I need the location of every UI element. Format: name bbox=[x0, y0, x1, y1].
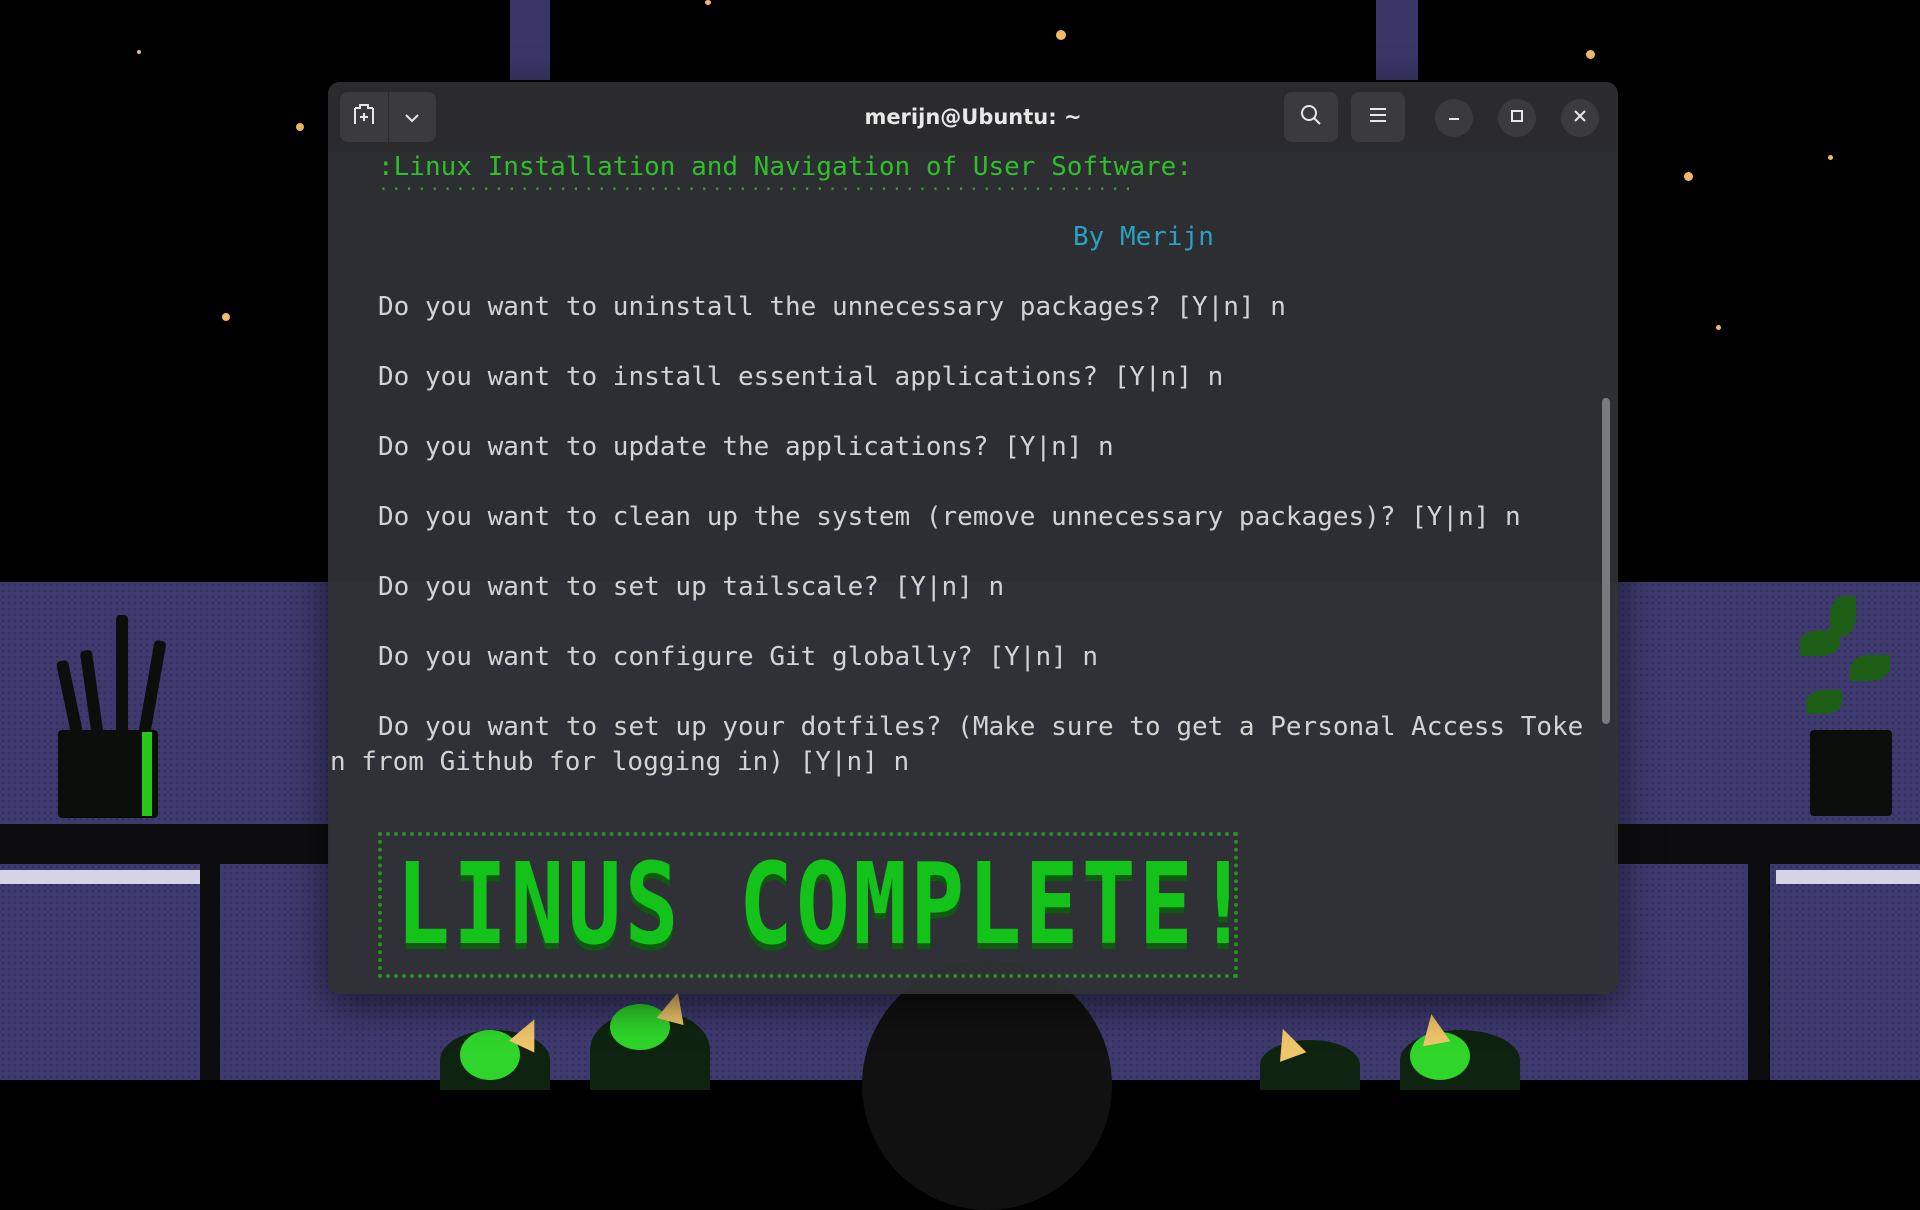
scrollbar[interactable] bbox=[1602, 398, 1610, 724]
prompt-line: Do you want to configure Git globally? [… bbox=[378, 642, 1099, 672]
new-tab-icon bbox=[352, 104, 376, 130]
star bbox=[1716, 325, 1721, 330]
prompt-line: Do you want to clean up the system (remo… bbox=[378, 502, 1521, 532]
plant-leaf bbox=[1850, 655, 1890, 681]
close-icon bbox=[1572, 108, 1588, 128]
star bbox=[705, 0, 711, 5]
prompt-line: Do you want to install essential applica… bbox=[378, 362, 1224, 392]
terminal-output[interactable]: :Linux Installation and Navigation of Us… bbox=[328, 152, 1618, 994]
maximize-icon bbox=[1509, 108, 1525, 128]
star bbox=[1828, 155, 1833, 160]
shelf-strip bbox=[0, 870, 200, 884]
shelf-left bbox=[0, 824, 330, 864]
plant-pot bbox=[1810, 730, 1892, 816]
prompt-line-wrap: n from Github for logging in) [Y|n] n bbox=[330, 747, 910, 777]
shelf-leg bbox=[200, 864, 220, 1080]
star bbox=[1056, 30, 1066, 40]
plant-leaf bbox=[1830, 596, 1856, 636]
maximize-button[interactable] bbox=[1498, 99, 1536, 137]
title-bar[interactable]: merijn@Ubuntu: ~ bbox=[328, 82, 1618, 152]
shelf-right bbox=[1615, 824, 1920, 864]
search-icon bbox=[1299, 103, 1323, 131]
prompt-line: Do you want to set up your dotfiles? (Ma… bbox=[378, 712, 1584, 742]
prompt-line: Do you want to update the applications? … bbox=[378, 432, 1114, 462]
menu-button[interactable] bbox=[1351, 92, 1405, 142]
header-dots: ........................................… bbox=[378, 174, 1136, 195]
star bbox=[222, 313, 230, 321]
shelf-strip bbox=[1776, 870, 1920, 884]
window-title: merijn@Ubuntu: ~ bbox=[864, 105, 1082, 129]
search-button[interactable] bbox=[1284, 92, 1338, 142]
wall-pillar bbox=[510, 0, 550, 80]
shelf-leg bbox=[1748, 864, 1770, 1080]
new-tab-split-button[interactable] bbox=[340, 92, 436, 142]
plant-leaf bbox=[1806, 690, 1842, 714]
star bbox=[1586, 50, 1595, 59]
completion-banner: LINUS COMPLETE! bbox=[378, 832, 1254, 978]
hamburger-menu-icon bbox=[1368, 106, 1388, 128]
prompt-line: Do you want to set up tailscale? [Y|n] n bbox=[378, 572, 1005, 602]
new-tab-button[interactable] bbox=[340, 92, 388, 142]
byline: By Merijn bbox=[1073, 222, 1214, 252]
star bbox=[296, 123, 304, 131]
creature-horn bbox=[1417, 1011, 1451, 1047]
wall-pillar bbox=[1376, 0, 1418, 80]
pencil-cup bbox=[58, 730, 158, 818]
star bbox=[1684, 172, 1693, 181]
pencil bbox=[116, 615, 128, 735]
chevron-down-icon bbox=[404, 108, 420, 127]
prompt-line: Do you want to uninstall the unnecessary… bbox=[378, 292, 1286, 322]
close-button[interactable] bbox=[1561, 99, 1599, 137]
banner-text: LINUS COMPLETE! bbox=[396, 840, 1254, 970]
terminal-window[interactable]: merijn@Ubuntu: ~ :Linux Installation and… bbox=[328, 82, 1618, 994]
minimize-button[interactable] bbox=[1435, 99, 1473, 137]
tab-options-dropdown[interactable] bbox=[389, 92, 437, 142]
star bbox=[137, 50, 141, 54]
wall-circle bbox=[862, 960, 1112, 1210]
minimize-icon bbox=[1446, 108, 1462, 128]
